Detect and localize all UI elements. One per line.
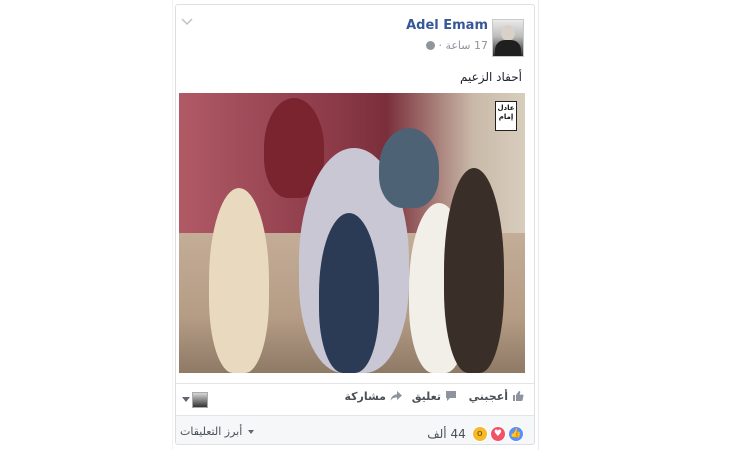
page-divider-left [172,0,173,450]
share-button[interactable]: مشاركة [344,390,402,403]
author-avatar[interactable] [492,19,524,57]
like-icon: 👍 [508,425,524,442]
post-actions-bar: أعجبني تعليق مشاركة [176,383,534,412]
comment-button[interactable]: تعليق [412,390,457,403]
post-photo[interactable]: عادل إمام [179,93,525,373]
share-profile-thumbnail [192,391,208,408]
caret-down-icon [182,396,190,402]
photo-person-left-girl [209,188,269,373]
feed-post: Adel Emam 17 ساعة · أحفاد الزعيم عادل إم… [175,4,535,445]
comment-icon [446,391,456,401]
avatar-face [501,25,515,41]
page-divider-right [538,0,539,450]
comment-label: تعليق [411,390,441,403]
photo-logo-watermark: عادل إمام [495,101,517,131]
timestamp-text: 17 ساعة · [438,39,488,52]
reactions-row: أبرز التعليقات 44 ألف o ♥ 👍 [176,421,534,443]
top-comments-label: أبرز التعليقات [180,425,243,438]
post-options-chevron-icon[interactable] [180,17,194,27]
wow-icon: o [471,425,488,442]
photo-person-right-boy [379,128,439,208]
reactions-summary[interactable]: 44 ألف o ♥ 👍 [427,423,524,442]
share-label: مشاركة [344,390,386,403]
top-comments-caret-icon [247,430,254,434]
love-icon: ♥ [489,425,506,442]
like-label: أعجبني [468,390,508,403]
thumbs-up-icon [513,391,524,401]
share-as-selector[interactable] [182,389,208,408]
globe-icon [425,41,435,50]
top-comments-dropdown[interactable]: أبرز التعليقات [180,425,254,438]
avatar-suit [495,40,521,56]
reaction-count: 44 ألف [427,426,466,441]
author-name[interactable]: Adel Emam [406,18,488,33]
post-timestamp[interactable]: 17 ساعة · [422,39,488,52]
share-arrow-icon [390,391,402,401]
post-caption: أحفاد الزعيم [459,70,522,84]
like-button[interactable]: أعجبني [469,390,524,403]
photo-person-far-right-girl [444,168,504,373]
photo-person-baby [319,213,379,373]
